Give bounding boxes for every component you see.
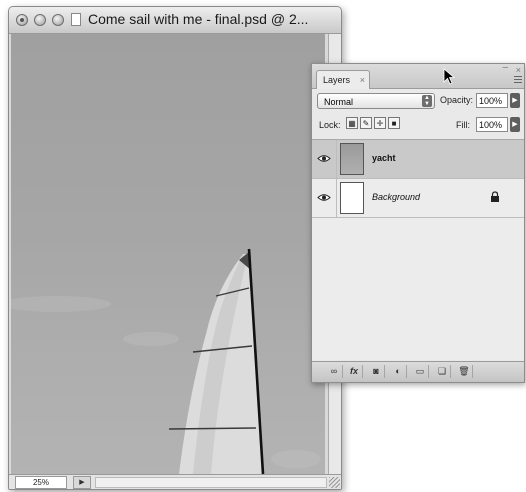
layers-panel: Layers × – × Normal ▲ ▼ Opacity: 100% ▶ L… bbox=[311, 62, 525, 383]
layer-row-background[interactable]: Background bbox=[312, 179, 524, 218]
layer-thumbnail bbox=[340, 143, 364, 175]
blend-mode-value: Normal bbox=[324, 97, 354, 107]
horizontal-scrollbar[interactable] bbox=[95, 477, 327, 488]
opacity-input[interactable]: 100% bbox=[476, 93, 508, 108]
adjustment-layer-icon[interactable]: ◐ bbox=[390, 365, 407, 378]
minimize-window-button[interactable] bbox=[34, 14, 46, 26]
document-proxy-icon[interactable] bbox=[71, 13, 81, 26]
fx-icon[interactable]: fx bbox=[346, 365, 363, 378]
fill-slider-button[interactable]: ▶ bbox=[510, 117, 520, 132]
mouse-cursor-icon bbox=[443, 68, 456, 85]
tab-layers[interactable]: Layers × bbox=[316, 70, 370, 89]
sailboat-photo bbox=[11, 248, 321, 474]
visibility-toggle[interactable] bbox=[312, 140, 337, 178]
blend-mode-select[interactable]: Normal ▲ ▼ bbox=[317, 93, 435, 109]
lock-all-icon[interactable]: ■ bbox=[388, 117, 400, 129]
lock-position-icon[interactable]: ✛ bbox=[374, 117, 386, 129]
collapse-panel-icon[interactable]: – bbox=[502, 62, 508, 73]
trash-icon[interactable]: 🗑 bbox=[456, 365, 473, 378]
select-arrows-icon: ▲ ▼ bbox=[422, 95, 432, 107]
close-panel-icon[interactable]: × bbox=[516, 65, 521, 75]
status-menu-button[interactable]: ▶ bbox=[73, 476, 91, 489]
group-folder-icon[interactable]: ▭ bbox=[412, 365, 429, 378]
layer-row-yacht[interactable]: yacht bbox=[312, 140, 524, 179]
panel-header[interactable]: Layers × – × bbox=[312, 62, 524, 89]
visibility-toggle[interactable] bbox=[312, 179, 337, 217]
lock-image-pixels-icon[interactable]: ✎ bbox=[360, 117, 372, 129]
layer-name: yacht bbox=[372, 153, 396, 163]
document-title: Come sail with me - final.psd @ 2... bbox=[88, 11, 309, 27]
zoom-level-field[interactable]: 25% bbox=[15, 476, 67, 489]
layer-thumbnail bbox=[340, 182, 364, 214]
tab-close-icon[interactable]: × bbox=[360, 72, 365, 88]
eye-icon bbox=[317, 155, 331, 162]
fill-input[interactable]: 100% bbox=[476, 117, 508, 132]
panel-footer: ∞ fx ◙ ◐ ▭ ❏ 🗑 bbox=[312, 361, 524, 382]
zoom-window-button[interactable] bbox=[52, 14, 64, 26]
document-titlebar[interactable]: Come sail with me - final.psd @ 2... bbox=[9, 7, 341, 34]
image-canvas[interactable] bbox=[11, 34, 325, 474]
tab-layers-label: Layers bbox=[323, 75, 351, 85]
resize-grip-icon[interactable] bbox=[329, 477, 340, 488]
opacity-slider-button[interactable]: ▶ bbox=[510, 93, 520, 108]
layer-name: Background bbox=[372, 192, 421, 202]
close-window-button[interactable] bbox=[16, 14, 28, 26]
fill-label: Fill: bbox=[456, 120, 470, 130]
panel-menu-icon[interactable] bbox=[514, 76, 522, 85]
lock-icon bbox=[491, 191, 499, 202]
layers-list: yacht Background bbox=[312, 139, 524, 360]
link-layers-icon[interactable]: ∞ bbox=[326, 365, 343, 378]
eye-icon bbox=[317, 194, 331, 201]
lock-transparent-pixels-icon[interactable]: ▦ bbox=[346, 117, 358, 129]
opacity-label: Opacity: bbox=[440, 95, 474, 105]
lock-label: Lock: bbox=[319, 120, 341, 130]
document-status-bar: 25% ▶ bbox=[9, 474, 341, 489]
mask-icon[interactable]: ◙ bbox=[368, 365, 385, 378]
new-layer-icon[interactable]: ❏ bbox=[434, 365, 451, 378]
document-window: Come sail with me - final.psd @ 2... 25%… bbox=[8, 6, 342, 490]
